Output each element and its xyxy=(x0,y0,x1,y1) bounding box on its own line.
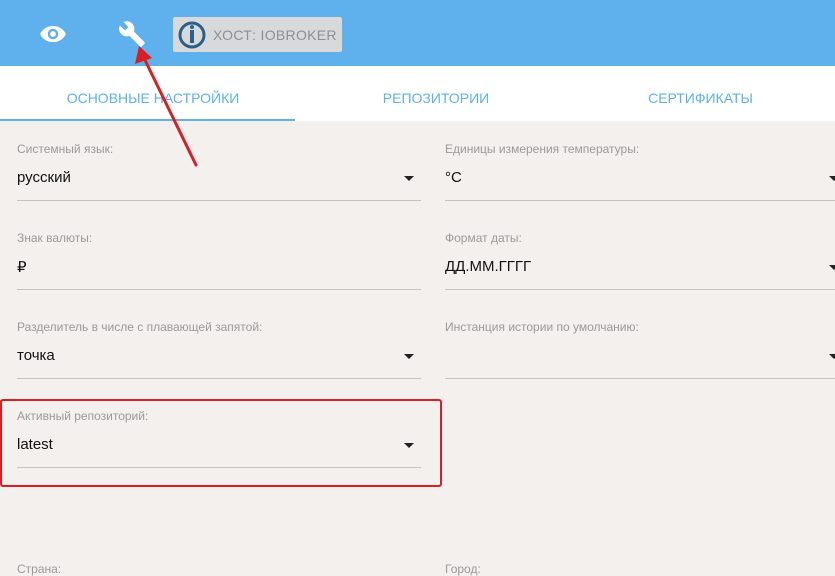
iobroker-logo-icon xyxy=(178,21,206,49)
temperature-units-value: °C xyxy=(445,169,462,186)
system-language-value: русский xyxy=(17,169,71,186)
field-underline xyxy=(17,289,421,290)
repository-highlight-box xyxy=(0,399,442,487)
system-language-label: Системный язык: xyxy=(17,142,114,156)
float-separator-label: Разделитель в числе с плавающей запятой: xyxy=(17,320,263,334)
dropdown-arrow-icon xyxy=(829,354,835,359)
default-history-label: Инстанция истории по умолчанию: xyxy=(445,320,639,334)
float-separator-select[interactable]: Разделитель в числе с плавающей запятой:… xyxy=(17,320,421,380)
host-label: ХОСТ: IOBROKER xyxy=(213,27,337,43)
float-separator-value: точка xyxy=(17,347,55,364)
date-format-label: Формат даты: xyxy=(445,231,522,245)
system-language-select[interactable]: Системный язык: русский xyxy=(17,142,421,202)
dropdown-arrow-icon xyxy=(829,265,835,270)
field-underline xyxy=(17,200,421,201)
active-tab-indicator xyxy=(0,119,295,121)
top-app-bar: ХОСТ: IOBROKER xyxy=(0,0,835,66)
tab-repositories[interactable]: РЕПОЗИТОРИИ xyxy=(306,66,566,121)
currency-sign-label: Знак валюты: xyxy=(17,231,93,245)
currency-sign-input[interactable]: Знак валюты: ₽ xyxy=(17,231,421,291)
currency-sign-value: ₽ xyxy=(17,259,27,276)
temperature-units-select[interactable]: Единицы измерения температуры: °C xyxy=(445,142,835,202)
default-history-select[interactable]: Инстанция истории по умолчанию: xyxy=(445,320,835,380)
temperature-units-label: Единицы измерения температуры: xyxy=(445,142,640,156)
country-field[interactable]: Страна: xyxy=(17,562,421,576)
field-underline xyxy=(445,289,835,290)
wrench-icon[interactable] xyxy=(118,20,146,48)
dropdown-arrow-icon xyxy=(829,176,835,181)
field-underline xyxy=(445,378,835,379)
tab-certificates[interactable]: СЕРТИФИКАТЫ xyxy=(566,66,835,121)
date-format-value: ДД.ММ.ГГГГ xyxy=(445,258,532,275)
dropdown-arrow-icon xyxy=(404,176,414,181)
field-underline xyxy=(445,200,835,201)
dropdown-arrow-icon xyxy=(404,354,414,359)
eye-icon[interactable] xyxy=(39,20,67,48)
host-selector[interactable]: ХОСТ: IOBROKER xyxy=(173,17,342,52)
field-underline xyxy=(17,378,421,379)
country-label: Страна: xyxy=(17,562,62,576)
city-label: Город: xyxy=(445,562,481,576)
date-format-select[interactable]: Формат даты: ДД.ММ.ГГГГ xyxy=(445,231,835,291)
city-field[interactable]: Город: xyxy=(445,562,835,576)
tab-main-settings[interactable]: ОСНОВНЫЕ НАСТРОЙКИ xyxy=(0,66,306,121)
settings-tabs: ОСНОВНЫЕ НАСТРОЙКИ РЕПОЗИТОРИИ СЕРТИФИКА… xyxy=(0,66,835,121)
